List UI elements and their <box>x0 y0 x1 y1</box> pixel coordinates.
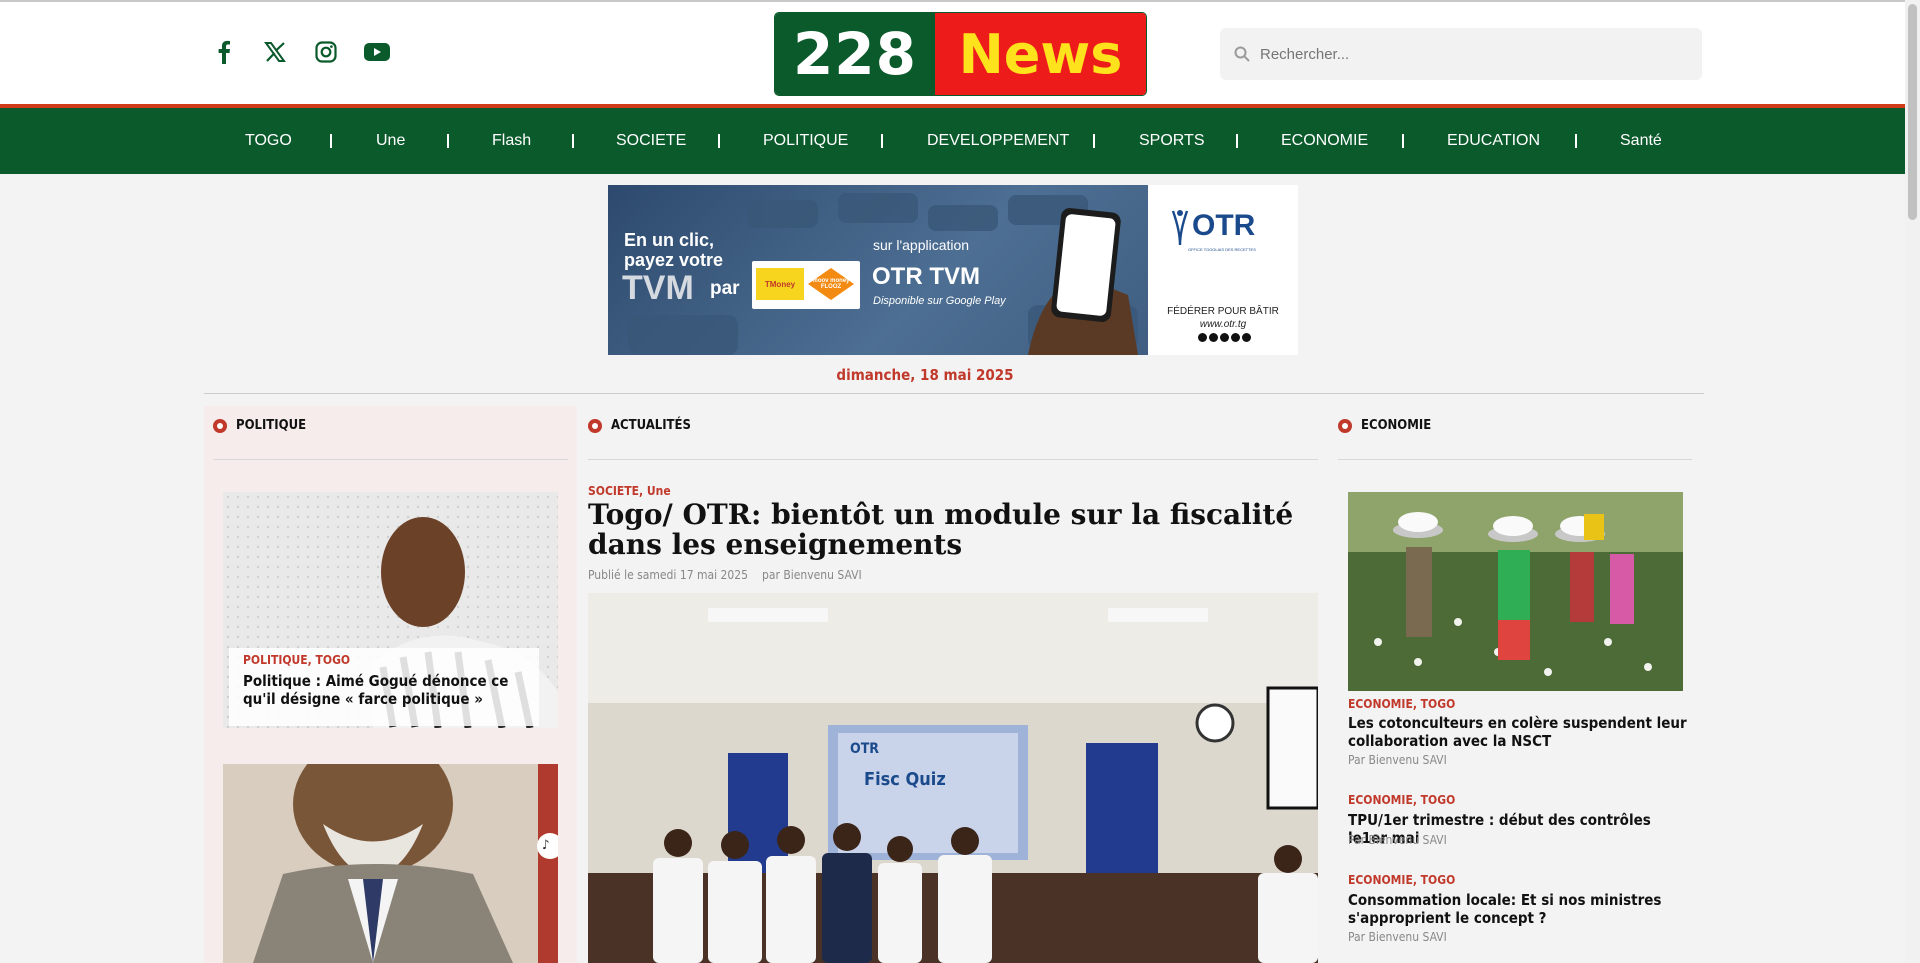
flooz-logo: moov money FLOOZ <box>808 268 854 300</box>
economie-item-1-category[interactable]: ECONOMIE, TOGO <box>1348 697 1455 711</box>
nav-item-education[interactable]: EDUCATION <box>1447 108 1540 174</box>
banner-photo: En un clic, payez votre TVM par TMoney m… <box>608 185 1148 355</box>
banner-app-prefix: sur l'application <box>873 237 970 253</box>
nav-separator <box>1236 134 1238 148</box>
payment-logos: TMoney moov money FLOOZ <box>752 261 860 309</box>
economie-heading-label[interactable]: ECONOMIE <box>1361 418 1431 433</box>
main-nav: TOGO Une Flash SOCIETE POLITIQUE DEVELOP… <box>0 108 1920 174</box>
social-links <box>210 38 391 66</box>
politique-card-1[interactable]: POLITIQUE, TOGO Politique : Aimé Gogué d… <box>223 492 558 728</box>
main-article-author[interactable]: par Bienvenu SAVI <box>762 568 862 582</box>
card-1-caption: POLITIQUE, TOGO Politique : Aimé Gogué d… <box>229 648 539 726</box>
otr-social-icons <box>1198 333 1251 342</box>
economie-item-3-title[interactable]: Consommation locale: Et si nos ministres… <box>1348 891 1688 927</box>
nav-separator <box>718 134 720 148</box>
nav-item-politique[interactable]: POLITIQUE <box>763 108 848 174</box>
nav-item-sante[interactable]: Santé <box>1620 108 1662 174</box>
card-2-portrait <box>223 764 558 963</box>
x-icon[interactable] <box>261 38 289 66</box>
nav-item-une[interactable]: Une <box>376 108 405 174</box>
card-1-category[interactable]: POLITIQUE, TOGO <box>243 653 350 667</box>
otr-brand: OTR <box>1192 209 1256 242</box>
banner-line3: TVM <box>622 269 694 307</box>
site-header: 228 News <box>0 2 1920 104</box>
main-article-category[interactable]: SOCIETE, Une <box>588 484 671 498</box>
date-divider <box>204 393 1704 394</box>
search-icon <box>1234 46 1250 62</box>
economie-item-1-author[interactable]: Par Bienvenu SAVI <box>1348 753 1447 767</box>
ad-banner[interactable]: En un clic, payez votre TVM par TMoney m… <box>608 185 1298 355</box>
otr-brand-panel: OTR OFFICE TOGOLAIS DES RECETTES FÉDÉRER… <box>1148 185 1298 355</box>
economie-heading: ECONOMIE <box>1338 418 1431 433</box>
logo-word: News <box>935 13 1146 95</box>
tiktok-icon: ♪ <box>542 838 550 853</box>
nav-separator <box>330 134 332 148</box>
banner-line2: payez votre <box>624 250 724 270</box>
search-input[interactable] <box>1258 44 1682 64</box>
cotton-field-photo <box>1348 492 1683 691</box>
nav-item-economie[interactable]: ECONOMIE <box>1281 108 1368 174</box>
banner-app-name: OTR TVM <box>872 263 980 290</box>
economie-heading-line <box>1338 459 1692 460</box>
politique-heading-label[interactable]: POLITIQUE <box>236 418 306 433</box>
nav-separator <box>881 134 883 148</box>
banner-line1: En un clic, <box>624 230 715 250</box>
nav-item-sports[interactable]: SPORTS <box>1139 108 1205 174</box>
actualites-heading-line <box>588 459 1318 460</box>
nav-item-togo[interactable]: TOGO <box>245 108 292 174</box>
politique-heading: POLITIQUE <box>213 418 306 433</box>
economie-item-2-author[interactable]: Par Bienvenu SAVI <box>1348 833 1447 847</box>
page-scrollbar[interactable] <box>1905 0 1920 963</box>
economie-item-2-category[interactable]: ECONOMIE, TOGO <box>1348 793 1455 807</box>
section-bullet-icon <box>213 418 227 433</box>
nav-item-societe[interactable]: SOCIETE <box>616 108 686 174</box>
economie-item-3-category[interactable]: ECONOMIE, TOGO <box>1348 873 1455 887</box>
photo-otr-label: OTR <box>850 741 879 757</box>
nav-separator <box>1093 134 1095 148</box>
economie-item-3-author[interactable]: Par Bienvenu SAVI <box>1348 930 1447 944</box>
actualites-heading: ACTUALITÉS <box>588 418 691 433</box>
politique-card-2[interactable]: ♪ <box>223 764 558 963</box>
nav-separator <box>1575 134 1577 148</box>
economie-item-1-title[interactable]: Les cotonculteurs en colère suspendent l… <box>1348 714 1688 750</box>
nav-separator <box>572 134 574 148</box>
otr-slogan: FÉDÉRER POUR BÂTIR <box>1167 306 1279 317</box>
section-bullet-icon <box>1338 418 1352 433</box>
main-article-date: Publié le samedi 17 mai 2025 <box>588 568 749 582</box>
actualites-heading-label[interactable]: ACTUALITÉS <box>611 418 691 433</box>
youtube-icon[interactable] <box>363 38 391 66</box>
scrollbar-thumb[interactable] <box>1908 4 1917 220</box>
nav-item-developpement[interactable]: DEVELOPPEMENT <box>927 108 1069 174</box>
facebook-icon[interactable] <box>210 38 238 66</box>
main-article-photo[interactable]: OTR Fisc Quiz <box>588 593 1318 963</box>
economie-photo[interactable] <box>1348 492 1683 691</box>
section-bullet-icon <box>588 418 602 433</box>
instagram-icon[interactable] <box>312 38 340 66</box>
site-logo[interactable]: 228 News <box>774 12 1147 96</box>
nav-item-flash[interactable]: Flash <box>492 108 531 174</box>
banner-app-sub: Disponible sur Google Play <box>873 295 1006 307</box>
tmoney-logo: TMoney <box>756 268 804 300</box>
logo-number: 228 <box>775 13 935 95</box>
otr-brand-sub: OFFICE TOGOLAIS DES RECETTES <box>1188 247 1256 252</box>
politique-heading-line <box>213 459 568 460</box>
otr-site: www.otr.tg <box>1199 319 1247 330</box>
card-1-title[interactable]: Politique : Aimé Gogué dénonce ce qu'il … <box>243 672 543 708</box>
banner-par: par <box>710 278 740 299</box>
main-article-title[interactable]: Togo/ OTR: bientôt un module sur la fisc… <box>588 500 1348 560</box>
current-date: dimanche, 18 mai 2025 <box>836 366 1014 384</box>
nav-separator <box>447 134 449 148</box>
photo-quiz-label: Fisc Quiz <box>864 769 946 790</box>
search-box <box>1220 28 1702 80</box>
nav-separator <box>1402 134 1404 148</box>
conference-photo <box>588 593 1318 963</box>
